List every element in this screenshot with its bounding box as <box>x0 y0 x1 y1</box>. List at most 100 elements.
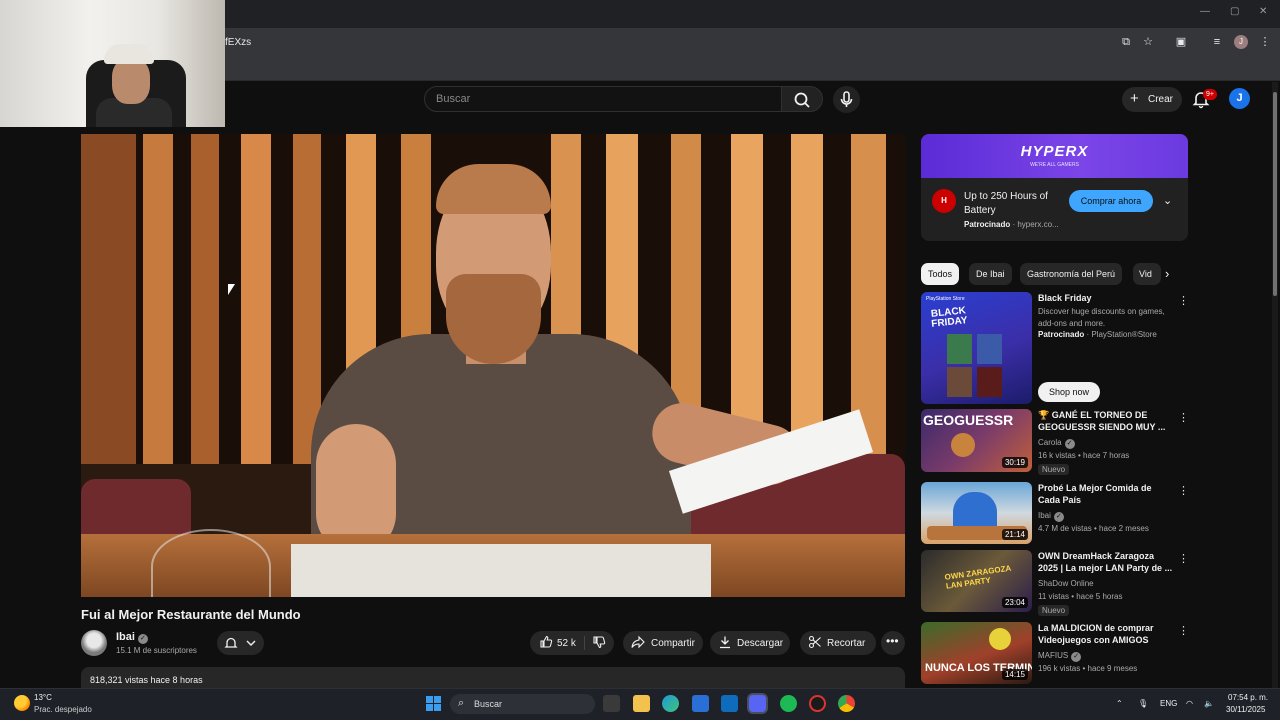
more-vertical-icon[interactable]: ⋮ <box>1178 294 1189 307</box>
video-player[interactable] <box>81 134 905 597</box>
wifi-icon[interactable]: ◠ <box>1186 699 1193 708</box>
list-item[interactable]: PlayStation Store BLACK FRIDAY Black Frid… <box>921 292 1189 404</box>
video-person-hair <box>436 164 551 214</box>
more-vertical-icon[interactable]: ⋮ <box>1178 552 1189 565</box>
ad-cta-button[interactable]: Comprar ahora <box>1069 190 1153 212</box>
bookmark-star-icon[interactable]: ☆ <box>1141 35 1155 49</box>
extensions-icon[interactable]: ▣ <box>1174 35 1188 49</box>
share-button[interactable]: Compartir <box>623 631 703 655</box>
ad-banner[interactable]: HYPERX WE'RE ALL GAMERS <box>921 134 1188 178</box>
mic-tray-icon[interactable]: 🎙 <box>1138 699 1148 708</box>
like-dislike-group: 52 k <box>530 631 614 655</box>
verified-icon: ✓ <box>1071 652 1082 662</box>
voice-search-button[interactable] <box>833 86 860 113</box>
thumbnail[interactable]: GEOGUESSR 30:19 <box>921 409 1032 472</box>
volume-icon[interactable]: 🔈 <box>1204 699 1214 708</box>
rec-channel: Ibai ✓ <box>1038 511 1064 522</box>
chevron-right-icon[interactable]: › <box>1165 266 1169 281</box>
notifications-badge: 9+ <box>1203 89 1217 100</box>
chip-gastronomia[interactable]: Gastronomía del Perú <box>1020 263 1123 285</box>
thumbnail[interactable]: NUNCA LOS TERMINA 14:15 <box>921 622 1032 684</box>
file-explorer-icon[interactable] <box>633 695 650 712</box>
subscription-bell-button[interactable] <box>217 631 264 655</box>
clip-button[interactable]: Recortar <box>800 631 876 655</box>
minimize-icon[interactable]: — <box>1200 6 1210 17</box>
wood-slat <box>191 134 219 464</box>
more-vertical-icon[interactable]: ⋮ <box>1178 484 1189 497</box>
like-button[interactable] <box>539 635 553 652</box>
sponsored-label: Patrocinado <box>1038 330 1085 339</box>
chrome-icon[interactable] <box>838 695 855 712</box>
browser-menu-icon[interactable]: ⋮ <box>1258 35 1272 49</box>
more-vertical-icon[interactable]: ⋮ <box>1178 624 1189 637</box>
taskbar-search-placeholder: Buscar <box>474 699 503 709</box>
rec-title[interactable]: OWN DreamHack Zaragoza 2025 | La mejor L… <box>1038 550 1173 574</box>
outlook-icon[interactable] <box>721 695 738 712</box>
account-avatar[interactable]: J <box>1229 88 1250 109</box>
chip-all[interactable]: Todos <box>921 263 960 285</box>
game-cover <box>947 367 972 397</box>
search-placeholder: Buscar <box>436 93 471 105</box>
views-and-date: 818,321 vistas hace 8 horas <box>90 675 203 685</box>
spotify-icon[interactable] <box>780 695 797 712</box>
chevron-down-icon[interactable]: ⌄ <box>1163 194 1172 207</box>
thumbnail[interactable]: PlayStation Store BLACK FRIDAY <box>921 292 1032 404</box>
weather-description[interactable]: Prac. despejado <box>34 705 92 714</box>
store-icon[interactable] <box>692 695 709 712</box>
app-icon[interactable] <box>809 695 826 712</box>
webcam-overlay <box>0 0 225 127</box>
chevron-up-icon[interactable]: ⌃ <box>1116 699 1123 708</box>
rec-title[interactable]: 🏆 GANÉ EL TORNEO DE GEOGUESSR SIENDO MUY… <box>1038 409 1173 433</box>
rec-meta: 4.7 M de vistas • hace 2 meses <box>1038 524 1149 533</box>
create-button[interactable]: + Crear <box>1122 87 1182 112</box>
like-count[interactable]: 52 k <box>557 638 576 649</box>
taskbar-search[interactable]: ⌕ Buscar <box>450 694 595 714</box>
rec-title[interactable]: La MALDICION de comprar Videojuegos con … <box>1038 622 1173 646</box>
thumbnail[interactable]: OWN ZARAGOZA LAN PARTY 23:04 <box>921 550 1032 612</box>
list-item[interactable]: OWN ZARAGOZA LAN PARTY 23:04 OWN DreamHa… <box>921 550 1189 616</box>
list-item[interactable]: 21:14 Probé La Mejor Comida de Cada País… <box>921 482 1189 545</box>
cast-icon[interactable]: ⧉ <box>1119 35 1133 49</box>
advertiser-logo-icon: H <box>932 189 956 213</box>
search-button[interactable] <box>781 86 823 112</box>
thumb-person <box>953 492 997 528</box>
scrollbar-thumb[interactable] <box>1273 92 1277 296</box>
weather-temperature[interactable]: 13°C <box>34 693 52 702</box>
channel-name-text[interactable]: Ibai <box>116 631 135 643</box>
mouse-cursor <box>228 284 235 295</box>
windows-start-button[interactable] <box>425 695 442 712</box>
reading-list-icon[interactable]: ≡ <box>1210 35 1224 49</box>
url-text[interactable]: fEXzs <box>225 37 251 48</box>
browser-profile-avatar[interactable]: J <box>1234 35 1248 49</box>
ad-headline[interactable]: Up to 250 Hours of Battery <box>964 190 1064 218</box>
discord-icon[interactable] <box>749 695 766 712</box>
close-window-icon[interactable]: ✕ <box>1259 6 1267 17</box>
maximize-icon[interactable]: ▢ <box>1230 6 1239 17</box>
thumbnail[interactable]: 21:14 <box>921 482 1032 544</box>
list-item[interactable]: NUNCA LOS TERMINA 14:15 La MALDICION de … <box>921 622 1189 684</box>
plus-icon: + <box>1130 90 1139 107</box>
weather-icon[interactable] <box>14 695 30 711</box>
shop-now-button[interactable]: Shop now <box>1038 382 1100 402</box>
rec-title[interactable]: Probé La Mejor Comida de Cada País <box>1038 482 1173 506</box>
chip-from-ibai[interactable]: De Ibai <box>969 263 1012 285</box>
search-input[interactable]: Buscar <box>424 86 782 112</box>
thumbs-up-icon <box>540 635 553 648</box>
task-view-icon[interactable] <box>603 695 620 712</box>
channel-avatar[interactable] <box>81 630 107 656</box>
dislike-button[interactable] <box>592 635 606 652</box>
chip-videos[interactable]: Vid <box>1133 263 1161 285</box>
search-icon: ⌕ <box>458 697 465 709</box>
edge-icon[interactable] <box>662 695 679 712</box>
share-icon <box>631 635 645 652</box>
clock-time[interactable]: 07:54 p. m. <box>1228 693 1268 702</box>
clock-date[interactable]: 30/11/2025 <box>1226 705 1265 714</box>
language-indicator[interactable]: ENG <box>1160 699 1177 708</box>
channel-name[interactable]: Ibai ✓ <box>116 631 148 644</box>
list-item[interactable]: GEOGUESSR 30:19 🏆 GANÉ EL TORNEO DE GEOG… <box>921 409 1189 475</box>
more-vertical-icon[interactable]: ⋮ <box>1178 411 1189 424</box>
more-actions-button[interactable]: ••• <box>881 631 905 655</box>
download-button[interactable]: Descargar <box>710 631 790 655</box>
rec-title[interactable]: Black Friday <box>1038 292 1173 304</box>
search-icon <box>794 92 810 108</box>
